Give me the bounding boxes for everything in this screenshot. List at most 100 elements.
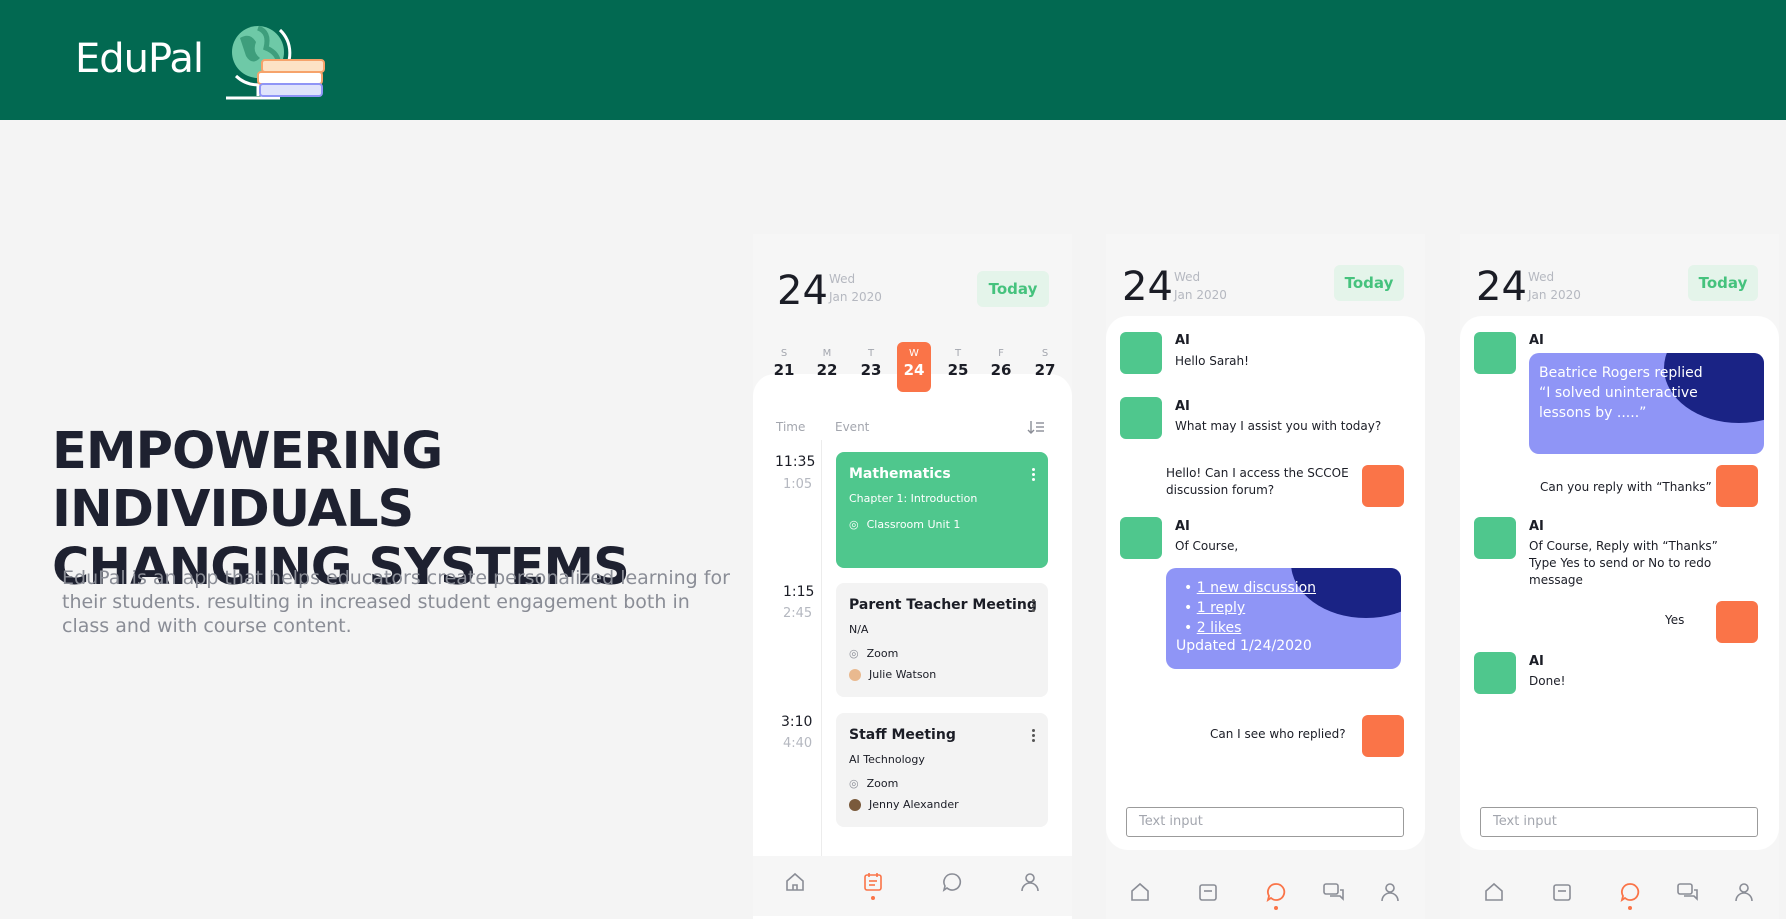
event-column-header: Event	[835, 420, 870, 434]
forum-icon[interactable]	[1676, 880, 1700, 904]
event-subtitle: AI Technology	[849, 753, 925, 766]
active-indicator	[1274, 906, 1278, 910]
ai-avatar	[1120, 332, 1162, 374]
schedule-panel: Time Event 11:35 1:05 Mathematics Chapte…	[753, 374, 1072, 919]
forum-summary-card[interactable]: • 1 new discussion • 1 reply • 2 likes U…	[1166, 568, 1401, 669]
hero-subtitle: EduPal is an app that helps educators cr…	[62, 567, 730, 637]
location-pin-icon: ◎	[849, 777, 859, 790]
location-pin-icon: ◎	[849, 647, 859, 660]
week-day-fri[interactable]: F 26	[984, 342, 1018, 392]
event-card-staff-meeting[interactable]: Staff Meeting AI Technology ◎ Zoom Jenny…	[836, 713, 1048, 827]
ai-avatar	[1474, 517, 1516, 559]
chat-panel: AI Beatrice Rogers replied “I solved uni…	[1460, 316, 1779, 850]
date-number: 24	[1122, 264, 1173, 310]
date-number: 24	[1476, 264, 1527, 310]
today-button[interactable]: Today	[1688, 265, 1758, 301]
likes-link[interactable]: 2 likes	[1197, 620, 1242, 636]
profile-icon[interactable]	[1732, 880, 1756, 904]
chat-text-input[interactable]: Text input	[1126, 807, 1404, 837]
today-button[interactable]: Today	[1334, 265, 1404, 301]
chat-icon-active[interactable]	[1618, 880, 1642, 910]
event-title: Staff Meeting	[849, 727, 956, 743]
more-options-icon[interactable]	[1032, 468, 1036, 482]
user-avatar	[1362, 465, 1404, 507]
avatar	[849, 668, 861, 681]
event-subtitle: Chapter 1: Introduction	[849, 492, 978, 505]
avatar	[849, 798, 861, 811]
app-header: EduPal	[0, 0, 1786, 120]
message-text: What may I assist you with today?	[1175, 419, 1382, 433]
calendar-icon[interactable]	[1550, 880, 1574, 904]
today-button[interactable]: Today	[977, 271, 1049, 307]
chat-screen: 24 Wed Jan 2020 Today AI Hello Sarah! AI…	[1106, 234, 1425, 919]
event-card-parent-teacher-meeting[interactable]: Parent Teacher Meeting N/A ◎ Zoom Julie …	[836, 583, 1048, 697]
user-message-text: Hello! Can I access the SCCOE discussion…	[1166, 466, 1349, 497]
event-card-mathematics[interactable]: Mathematics Chapter 1: Introduction ◎ Cl…	[836, 452, 1048, 568]
user-avatar	[1716, 601, 1758, 643]
bottom-nav	[1460, 866, 1779, 919]
sort-icon[interactable]	[1027, 420, 1045, 434]
chat-text-input[interactable]: Text input	[1480, 807, 1758, 837]
event-start-time: 11:35	[775, 454, 816, 470]
sender-name: AI	[1529, 333, 1544, 348]
week-day-tue[interactable]: T 23	[854, 342, 888, 392]
chat-icon-active[interactable]	[1264, 880, 1288, 910]
message-text: Hello Sarah!	[1175, 354, 1249, 368]
week-day-thu[interactable]: T 25	[941, 342, 975, 392]
new-discussion-link[interactable]: 1 new discussion	[1197, 580, 1316, 596]
event-title: Parent Teacher Meeting	[849, 597, 1037, 613]
week-day-sun[interactable]: S 21	[767, 342, 801, 392]
reply-notification-card[interactable]: Beatrice Rogers replied “I solved uninte…	[1529, 353, 1764, 454]
date-label: Wed Jan 2020	[1174, 270, 1227, 302]
sender-name: AI	[1175, 333, 1190, 348]
event-location: ◎ Classroom Unit 1	[849, 518, 961, 531]
week-day-wed-selected[interactable]: W 24	[897, 342, 931, 392]
sender-name: AI	[1175, 399, 1190, 414]
profile-icon[interactable]	[1018, 870, 1042, 894]
ai-avatar	[1120, 517, 1162, 559]
globe-books-logo-icon	[226, 25, 325, 100]
event-end-time: 2:45	[783, 606, 813, 621]
timeline-divider	[821, 440, 822, 860]
date-label: Wed Jan 2020	[1528, 270, 1581, 302]
event-end-time: 4:40	[783, 736, 813, 751]
reply-link[interactable]: 1 reply	[1197, 600, 1245, 616]
home-icon[interactable]	[1128, 880, 1152, 904]
active-indicator	[871, 896, 875, 900]
location-pin-icon: ◎	[849, 518, 859, 531]
chat-panel: AI Hello Sarah! AI What may I assist you…	[1106, 316, 1425, 850]
event-title: Mathematics	[849, 466, 951, 482]
schedule-screen: 24 Wed Jan 2020 Today Time Event 11:35 1…	[753, 234, 1072, 919]
message-text: Of Course, Reply with “Thanks” Type Yes …	[1529, 539, 1718, 587]
chat-reply-screen: 24 Wed Jan 2020 Today AI Beatrice Rogers…	[1460, 234, 1779, 919]
home-icon[interactable]	[783, 870, 807, 894]
calendar-icon-active[interactable]	[861, 870, 885, 900]
user-message-text: Yes	[1665, 613, 1685, 627]
active-indicator	[1628, 906, 1632, 910]
chat-icon[interactable]	[940, 870, 964, 894]
week-day-sat[interactable]: S 27	[1028, 342, 1062, 392]
user-message-text: Can I see who replied?	[1210, 727, 1346, 741]
sender-name: AI	[1175, 519, 1190, 534]
more-options-icon[interactable]	[1032, 729, 1036, 743]
profile-icon[interactable]	[1378, 880, 1402, 904]
time-column-header: Time	[776, 420, 806, 434]
event-location: ◎ Zoom	[849, 777, 899, 790]
calendar-icon[interactable]	[1196, 880, 1220, 904]
bottom-nav	[753, 856, 1072, 916]
event-location: ◎ Zoom	[849, 647, 899, 660]
week-strip: S 21 M 22 T 23 W 24 T 25 F 26 S 27	[767, 342, 1057, 392]
event-subtitle: N/A	[849, 623, 869, 636]
week-day-mon[interactable]: M 22	[810, 342, 844, 392]
bottom-nav	[1106, 866, 1425, 919]
sender-name: AI	[1529, 654, 1544, 669]
event-start-time: 1:15	[783, 584, 815, 600]
more-options-icon[interactable]	[1032, 599, 1036, 613]
updated-label: Updated 1/24/2020	[1176, 638, 1312, 654]
event-end-time: 1:05	[783, 477, 813, 492]
home-icon[interactable]	[1482, 880, 1506, 904]
user-avatar	[1362, 715, 1404, 757]
event-attendee: Julie Watson	[849, 668, 936, 681]
forum-icon[interactable]	[1322, 880, 1346, 904]
ai-avatar	[1474, 332, 1516, 374]
